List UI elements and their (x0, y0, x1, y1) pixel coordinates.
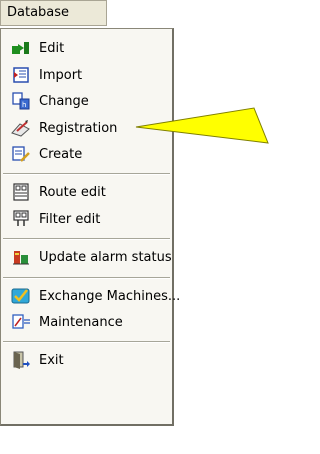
menu-item-import[interactable]: Import (1, 62, 172, 88)
menu-item-exchange-machines[interactable]: Exchange Machines... (1, 283, 180, 309)
change-icon: h (11, 91, 31, 111)
maintenance-icon (11, 312, 31, 332)
menu-item-edit[interactable]: Edit (1, 35, 172, 61)
menu-item-change[interactable]: h Change (1, 88, 172, 114)
menu-separator (3, 277, 170, 279)
menu-item-exit[interactable]: Exit (1, 347, 172, 373)
menu-item-label: Create (39, 146, 83, 162)
menu-item-label: Route edit (39, 184, 106, 200)
menu-item-label: Exchange Machines... (39, 288, 181, 304)
edit-icon (11, 38, 31, 58)
menu-item-maintenance[interactable]: Maintenance (1, 309, 172, 335)
filter-edit-icon (11, 209, 31, 229)
registration-icon (11, 118, 31, 138)
update-alarm-status-icon (11, 247, 31, 267)
menu-item-label: Import (39, 67, 83, 83)
import-icon (11, 65, 31, 85)
menu-item-label: Exit (39, 352, 64, 368)
menu-item-registration[interactable]: Registration (1, 115, 172, 141)
create-icon (11, 144, 31, 164)
exit-icon (11, 350, 31, 370)
database-dropdown-menu: Edit Import h Change Registration Create… (0, 28, 180, 426)
menu-item-label: Update alarm status (39, 249, 172, 265)
menu-item-label: Maintenance (39, 314, 123, 330)
database-menu-title[interactable]: Database (0, 0, 107, 26)
menu-item-update-alarm-status[interactable]: Update alarm status (1, 244, 172, 270)
menu-item-label: Filter edit (39, 211, 101, 227)
menu-item-filter-edit[interactable]: Filter edit (1, 206, 172, 232)
svg-text:h: h (22, 101, 26, 109)
menu-item-label: Edit (39, 40, 65, 56)
menu-separator (3, 341, 170, 343)
route-edit-icon (11, 182, 31, 202)
menu-item-label: Registration (39, 120, 118, 136)
menu-item-route-edit[interactable]: Route edit (1, 179, 172, 205)
menu-item-create[interactable]: Create (1, 141, 172, 167)
menu-separator (3, 238, 170, 240)
menu-item-label: Change (39, 93, 89, 109)
exchange-machines-icon (11, 286, 31, 306)
menu-separator (3, 173, 170, 175)
